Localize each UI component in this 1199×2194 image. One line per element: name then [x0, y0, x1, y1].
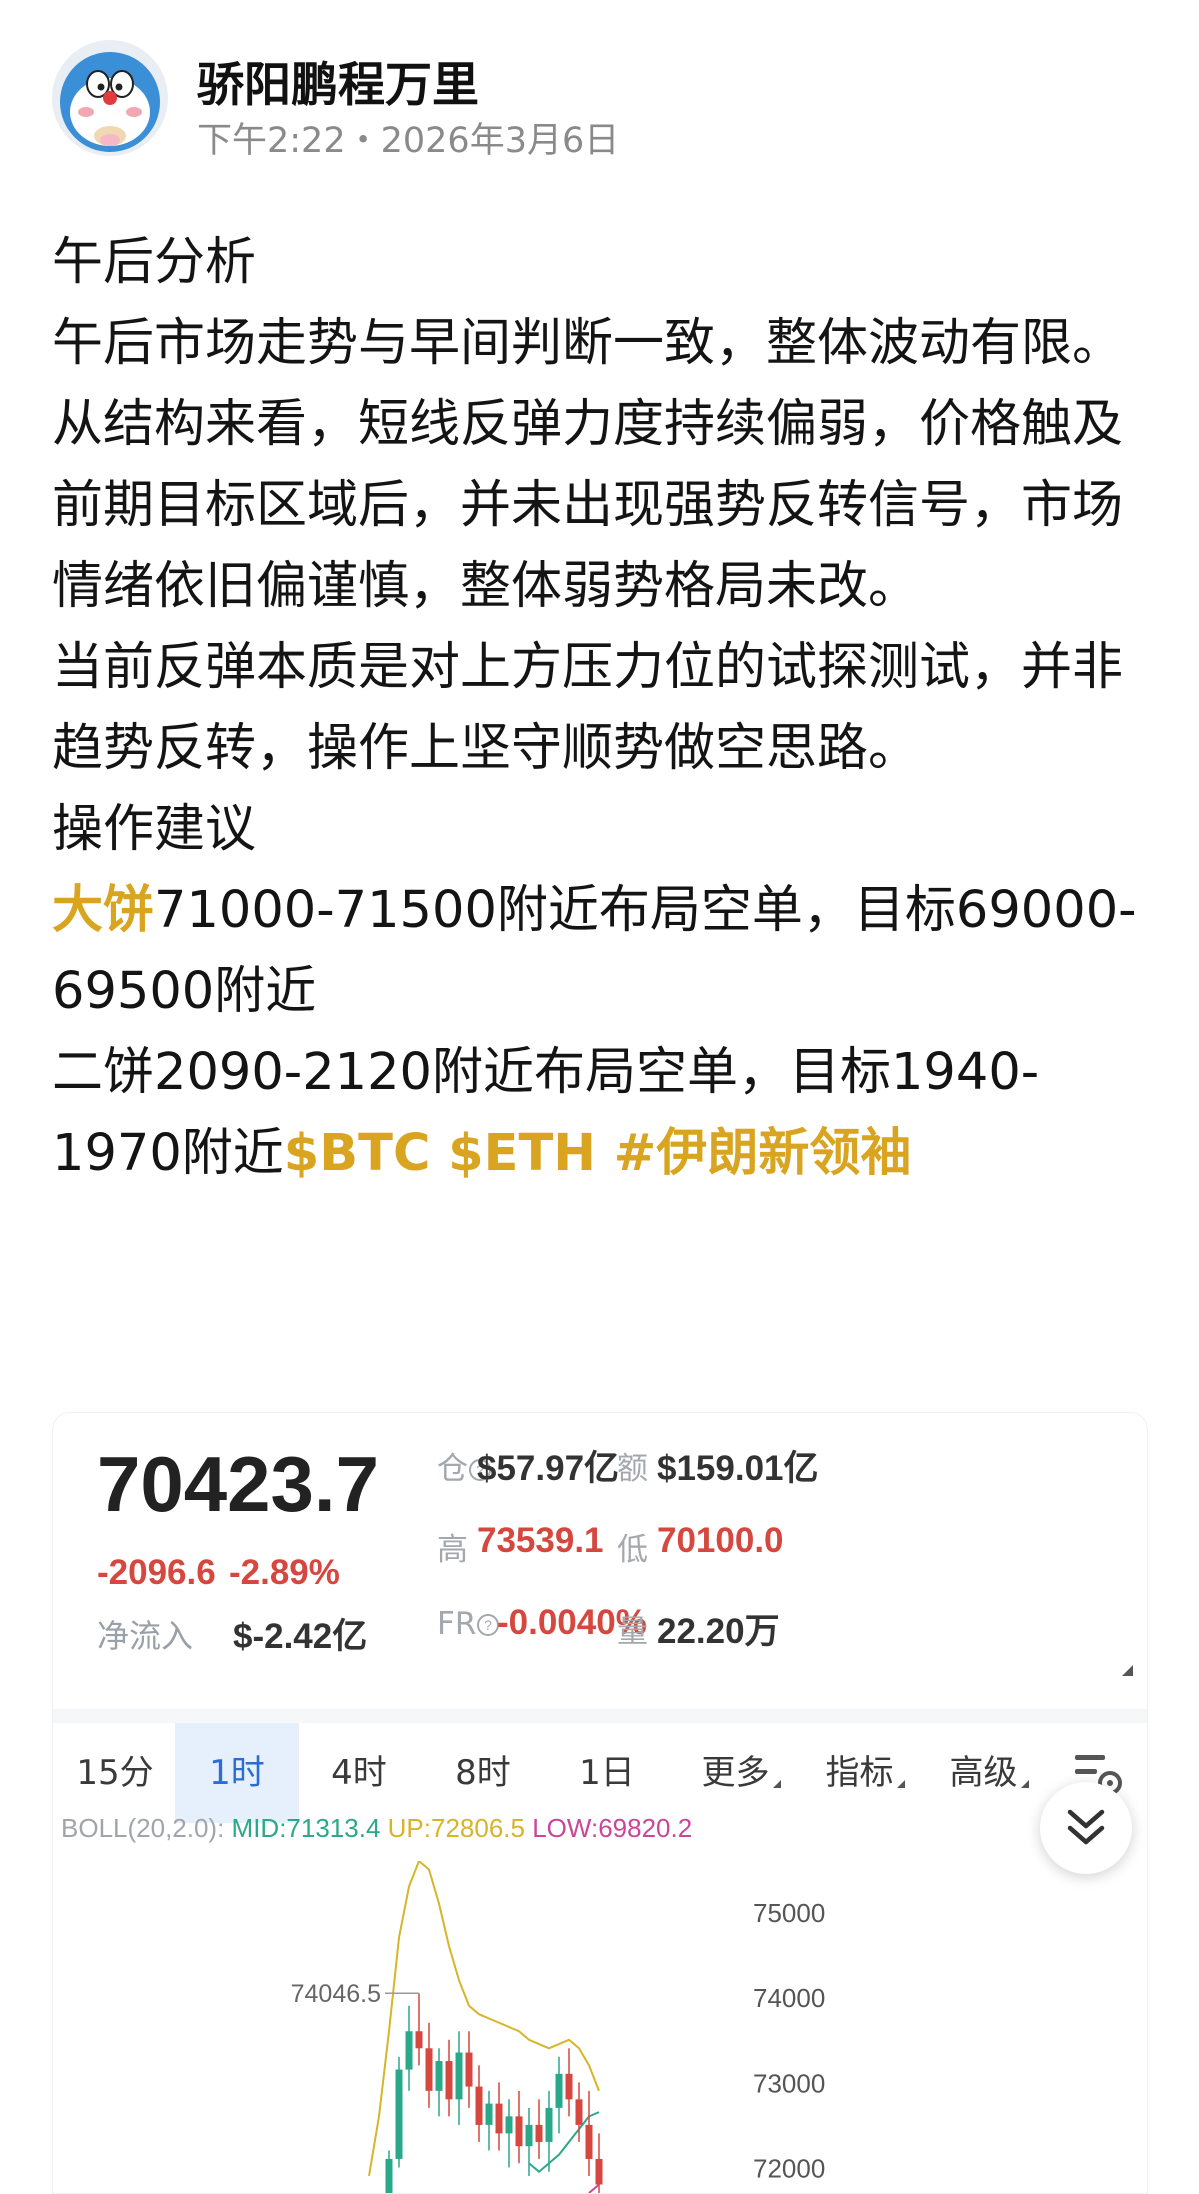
market-card[interactable]: 70423.7 -2096.6 -2.89% 净流入 $-2.42亿 仓? $5…	[52, 1412, 1148, 2194]
high-value: 73539.1	[477, 1521, 604, 1560]
candle-body	[465, 2052, 473, 2087]
candle-body	[515, 2116, 523, 2147]
post-paragraph: 从结构来看，短线反弹力度持续偏弱，价格触及前期目标区域后，并未出现强势反转信号，…	[52, 395, 1124, 616]
author-avatar[interactable]	[52, 40, 168, 156]
dropdown-triangle-icon	[896, 1780, 905, 1788]
y-tick-label: 74000	[753, 1983, 825, 2013]
volume-label: 量	[617, 1614, 648, 1650]
candle-body	[545, 2107, 553, 2142]
post-header: 骄阳鹏程万里 下午2:22・2026年3月6日	[52, 40, 1152, 163]
candle-body	[495, 2103, 503, 2134]
candlestick-chart[interactable]: 75000 74000 73000 72000 74046.5	[53, 1861, 1147, 2193]
candle-body	[555, 2073, 563, 2108]
boll-upper-line	[368, 1861, 600, 2177]
candle-body	[585, 2124, 593, 2159]
candle-body	[455, 2052, 463, 2100]
tab-4h[interactable]: 4时	[299, 1723, 419, 1823]
post-subheading: 操作建议	[52, 800, 257, 859]
tab-more[interactable]: 更多	[681, 1723, 801, 1823]
tab-1d[interactable]: 1日	[547, 1723, 667, 1823]
candle-body	[525, 2124, 533, 2147]
price-change: -2096.6	[97, 1553, 216, 1592]
y-tick-label: 75000	[753, 1898, 825, 1928]
post-date: 2026年3月6日	[380, 121, 620, 161]
boll-lower-line	[588, 2183, 600, 2193]
post-trade-btc: 大饼71000-71500附近布局空单，目标69000-69500附近	[52, 870, 1162, 1032]
candle-body	[475, 2086, 483, 2125]
cartoon-cat-avatar-icon	[60, 52, 160, 152]
low-value: 70100.0	[657, 1521, 784, 1560]
expand-corner-icon[interactable]	[1122, 1665, 1133, 1676]
candle-body	[565, 2073, 573, 2100]
volume-value: 22.20万	[657, 1612, 780, 1651]
candle-body	[505, 2116, 513, 2134]
netflow-value: $-2.42亿	[233, 1617, 368, 1656]
post-paragraph: 当前反弹本质是对上方压力位的试探测试，并非趋势反转，操作上坚守顺势做空思路。	[52, 638, 1124, 778]
turnover-label: 额	[617, 1451, 648, 1487]
post-tags[interactable]: $BTC $ETH #伊朗新领袖	[284, 1124, 912, 1183]
turnover-value: $159.01亿	[657, 1449, 819, 1488]
boll-title: BOLL(20,2.0):	[61, 1813, 225, 1843]
boll-low: LOW:69820.2	[532, 1813, 693, 1843]
candle-body	[395, 2069, 403, 2159]
candle-body	[415, 2031, 423, 2049]
post-body: 午后分析 午后市场走势与早间判断一致，整体波动有限。 从结构来看，短线反弹力度持…	[52, 222, 1162, 1194]
candle-body	[485, 2103, 493, 2125]
price-change-pct: -2.89%	[229, 1553, 340, 1592]
double-chevron-down-icon	[1067, 1809, 1105, 1845]
candle-body	[535, 2124, 543, 2142]
timeframe-tabbar: 15分 1时 4时 8时 1日 更多 指标 高级	[53, 1709, 1147, 1823]
tab-1h[interactable]: 1时	[175, 1723, 299, 1823]
dropdown-triangle-icon	[1020, 1780, 1029, 1788]
last-price: 70423.7	[97, 1440, 379, 1528]
tab-advanced[interactable]: 高级	[929, 1723, 1049, 1823]
open-interest-value: $57.97亿	[477, 1449, 620, 1488]
meta-separator: ・	[345, 121, 381, 161]
high-label: 高	[437, 1532, 468, 1568]
boll-up: UP:72806.5	[387, 1813, 525, 1843]
boll-mid: MID:71313.4	[231, 1813, 381, 1843]
candle-body	[595, 2158, 603, 2185]
y-tick-label: 73000	[753, 2068, 825, 2098]
candle-body	[385, 2158, 393, 2193]
netflow-label: 净流入	[97, 1617, 194, 1655]
low-label: 低	[617, 1532, 648, 1568]
candle-body	[445, 2061, 453, 2100]
svg-text:?: ?	[484, 1617, 492, 1633]
dropdown-triangle-icon	[772, 1780, 781, 1788]
trade-text: 71000-71500附近布局空单，目标69000-69500附近	[52, 881, 1137, 1021]
candle-body	[575, 2099, 583, 2125]
candle-body	[405, 2031, 413, 2070]
boll-legend: BOLL(20,2.0): MID:71313.4 UP:72806.5 LOW…	[61, 1813, 692, 1844]
funding-rate-label: FR?	[437, 1606, 500, 1642]
tab-15m[interactable]: 15分	[55, 1723, 175, 1823]
collapse-button[interactable]	[1040, 1782, 1132, 1874]
author-name[interactable]: 骄阳鹏程万里	[197, 46, 479, 115]
candle-body	[435, 2061, 443, 2091]
post-paragraph: 午后市场走势与早间判断一致，整体波动有限。	[52, 314, 1124, 373]
post-heading: 午后分析	[52, 233, 257, 292]
tab-8h[interactable]: 8时	[423, 1723, 543, 1823]
candle-body	[425, 2048, 433, 2091]
post-meta: 下午2:22・2026年3月6日	[197, 112, 619, 163]
max-price-label: 74046.5	[291, 1980, 381, 2008]
post-trade-eth: 二饼2090-2120附近布局空单，目标1940-1970附近$BTC $ETH…	[52, 1032, 1162, 1194]
tab-indicators[interactable]: 指标	[805, 1723, 925, 1823]
highlight-keyword[interactable]: 大饼	[52, 881, 154, 940]
post-time: 下午2:22	[197, 121, 346, 161]
y-tick-label: 72000	[753, 2153, 825, 2183]
